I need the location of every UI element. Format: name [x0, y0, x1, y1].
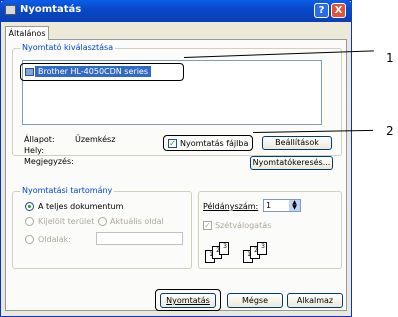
pages-input[interactable]	[96, 232, 183, 245]
copies-spinner[interactable]: ▲ ▼	[289, 200, 300, 211]
collate-page-3b: 3	[257, 242, 267, 255]
copies-label: Példányszám:	[203, 202, 259, 211]
pages-label: Oldalak:	[38, 235, 71, 244]
find-printer-button[interactable]: Nyomtatókeresés...	[250, 156, 333, 170]
print-to-file-checkbox[interactable]: ✓	[168, 139, 177, 148]
print-to-file-label: Nyomtatás fájlba	[180, 139, 249, 148]
range-group-legend: Nyomtatási tartomány	[20, 186, 115, 195]
callout-label-2: 2	[386, 124, 394, 138]
current-page-radio	[98, 217, 107, 226]
apply-button[interactable]: Alkalmaz	[287, 293, 343, 308]
location-label: Hely:	[24, 146, 45, 155]
status-label: Állapot:	[24, 135, 55, 144]
tab-general[interactable]: Általános	[5, 26, 49, 40]
cancel-button[interactable]: Mégse	[227, 293, 283, 308]
close-button[interactable]: X	[331, 3, 346, 18]
pages-radio[interactable]	[25, 235, 34, 244]
all-pages-radio[interactable]	[25, 202, 34, 211]
printer-icon	[5, 5, 16, 15]
status-value: Üzemkész	[75, 135, 116, 144]
callout-label-1: 1	[386, 51, 394, 65]
selection-label: Kijelölt terület	[38, 217, 95, 226]
collate-page-3a: 3	[219, 242, 229, 255]
print-button[interactable]: Nyomtatás	[160, 293, 216, 308]
preferences-button[interactable]: Beállítások	[262, 136, 332, 150]
collate-checkbox: ✓	[203, 221, 212, 230]
current-page-label: Aktuális oldal	[110, 217, 164, 226]
selection-radio	[25, 217, 34, 226]
collate-label: Szétválogatás	[215, 221, 272, 230]
callout-box-1	[20, 63, 184, 81]
all-pages-label: A teljes dokumentum	[38, 202, 124, 211]
printer-group-legend: Nyomtató kiválasztása	[20, 43, 116, 52]
comment-label: Megjegyzés:	[24, 157, 74, 166]
copies-value: 1	[266, 201, 272, 210]
window-title: Nyomtatás	[20, 4, 82, 15]
help-button[interactable]: ?	[314, 3, 329, 18]
